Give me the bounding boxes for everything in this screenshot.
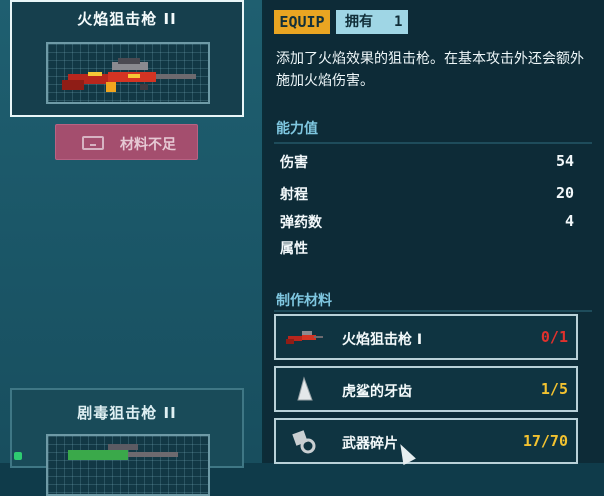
owned-label: 拥有 (345, 14, 373, 30)
stat-label: 伤害 (280, 155, 308, 171)
weapon-card-title: 火焰狙击枪 II (77, 10, 177, 28)
weapon-preview (46, 434, 210, 496)
materials-section-title: 制作材料 (276, 293, 332, 309)
material-count: 1/5 (540, 380, 568, 398)
key-prompt-icon (82, 136, 104, 150)
owned-count: 1 (394, 14, 403, 30)
equip-tag: EQUIP (274, 10, 330, 34)
stat-row-range: 射程 20 (280, 184, 574, 204)
material-row[interactable]: 虎鲨的牙齿 1/5 (274, 366, 578, 412)
status-dot (14, 452, 22, 460)
weapon-card[interactable]: 剧毒狙击枪 II (10, 388, 244, 496)
material-count: 0/1 (540, 328, 568, 346)
material-name: 火焰狙击枪 I (342, 332, 423, 348)
owned-badge: 拥有 1 (336, 10, 408, 34)
weapon-preview (46, 42, 210, 104)
stat-value: 20 (555, 184, 574, 202)
stat-row-damage: 伤害 54 (280, 152, 574, 172)
section-divider (274, 142, 592, 144)
material-name: 武器碎片 (342, 436, 398, 452)
material-row[interactable]: 火焰狙击枪 I 0/1 (274, 314, 578, 360)
poison-sniper-rifle-icon (68, 444, 178, 460)
craft-button-label: 材料不足 (120, 137, 176, 153)
fire-sniper-rifle-icon (62, 58, 196, 92)
stat-label: 属性 (280, 241, 308, 257)
rifle-icon (286, 331, 323, 344)
stat-label: 弹药数 (280, 215, 322, 231)
weapon-description: 添加了火焰效果的狙击枪。在基本攻击外还会额外施加火焰伤害。 (276, 51, 584, 89)
stat-label: 射程 (280, 187, 308, 203)
section-divider (274, 310, 592, 312)
weapon-card-title: 剧毒狙击枪 II (77, 404, 177, 422)
stats-section-title: 能力值 (276, 121, 318, 137)
stat-row-attribute: 属性 (280, 238, 574, 258)
material-row[interactable]: 武器碎片 17/70 (274, 418, 578, 464)
stat-row-ammo: 弹药数 4 (280, 212, 574, 232)
weapon-fragment-icon (292, 430, 316, 454)
weapon-card-selected[interactable]: 火焰狙击枪 II (10, 0, 244, 117)
stat-value: 54 (555, 152, 574, 170)
craft-button[interactable]: 材料不足 (55, 124, 198, 160)
shark-tooth-icon (297, 376, 313, 401)
material-count: 17/70 (522, 432, 568, 450)
material-name: 虎鲨的牙齿 (342, 384, 412, 400)
stat-value: 4 (564, 212, 574, 230)
